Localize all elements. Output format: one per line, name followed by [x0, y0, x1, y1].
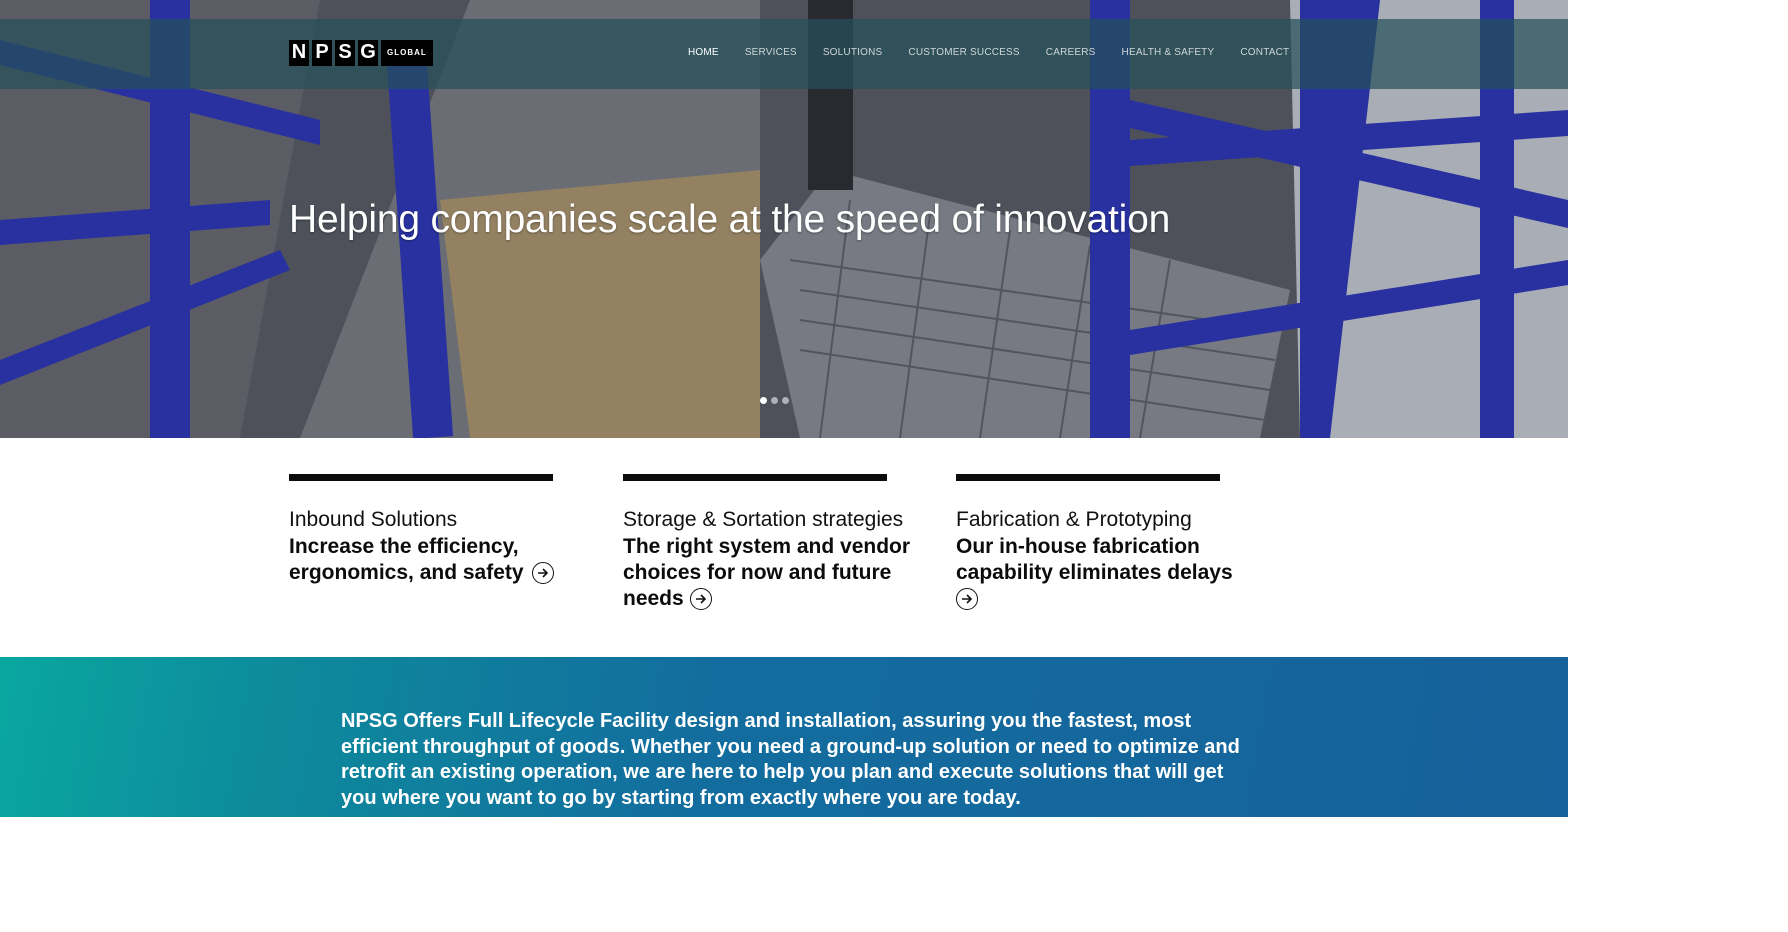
- feature-card-fabrication: Fabrication & Prototyping Our in-house f…: [956, 474, 1256, 612]
- hero-title: Helping companies scale at the speed of …: [289, 198, 1171, 241]
- feature-card-storage: Storage & Sortation strategies The right…: [623, 474, 923, 612]
- arrow-right-circle-icon[interactable]: [956, 588, 978, 611]
- banner-text: NPSG Offers Full Lifecycle Facility desi…: [341, 710, 1240, 809]
- feature-headline-wrap: Increase the efficiency, ergonomics, and…: [289, 534, 589, 586]
- nav-item-contact[interactable]: CONTACT: [1240, 47, 1289, 58]
- logo-letter: P: [312, 39, 332, 66]
- nav-item-solutions[interactable]: SOLUTIONS: [823, 47, 883, 58]
- main-nav: HOME SERVICES SOLUTIONS CUSTOMER SUCCESS…: [688, 47, 1315, 58]
- feature-kicker: Fabrication & Prototyping: [956, 508, 1192, 531]
- lifecycle-banner: NPSG Offers Full Lifecycle Facility desi…: [0, 657, 1568, 817]
- logo-letter: N: [289, 39, 309, 66]
- nav-item-home[interactable]: HOME: [688, 47, 719, 58]
- nav-item-customer-success[interactable]: CUSTOMER SUCCESS: [908, 47, 1019, 58]
- feature-headline-wrap: Our in-house fabrication capability elim…: [956, 534, 1256, 612]
- logo-letter: S: [335, 39, 355, 66]
- feature-divider-bar: [289, 474, 553, 481]
- nav-item-services[interactable]: SERVICES: [745, 47, 797, 58]
- feature-headline[interactable]: Increase the efficiency, ergonomics, and…: [289, 535, 524, 584]
- feature-card-inbound: Inbound Solutions Increase the efficienc…: [289, 474, 589, 586]
- carousel-dot-2[interactable]: [771, 397, 778, 404]
- features-section: Inbound Solutions Increase the efficienc…: [289, 474, 1279, 624]
- feature-kicker: Inbound Solutions: [289, 508, 458, 531]
- feature-divider-bar: [623, 474, 887, 481]
- feature-headline-wrap: The right system and vendor choices for …: [623, 534, 923, 612]
- logo-letter: G: [358, 39, 378, 66]
- carousel-dots: [760, 397, 789, 404]
- feature-divider-bar: [956, 474, 1220, 481]
- npsg-logo[interactable]: N P S G GLOBAL: [289, 39, 433, 66]
- carousel-dot-1[interactable]: [760, 397, 767, 404]
- arrow-right-circle-icon[interactable]: [689, 588, 712, 611]
- nav-item-health-safety[interactable]: HEALTH & SAFETY: [1122, 47, 1215, 58]
- hero-carousel: N P S G GLOBAL HOME SERVICES SOLUTIONS C…: [0, 0, 1568, 438]
- feature-headline[interactable]: The right system and vendor choices for …: [623, 535, 910, 610]
- logo-subtext: GLOBAL: [381, 39, 433, 66]
- arrow-right-circle-icon[interactable]: [531, 562, 554, 585]
- feature-headline[interactable]: Our in-house fabrication capability elim…: [956, 535, 1233, 584]
- carousel-dot-3[interactable]: [782, 397, 789, 404]
- feature-kicker: Storage & Sortation strategies: [623, 508, 904, 531]
- nav-item-careers[interactable]: CAREERS: [1046, 47, 1096, 58]
